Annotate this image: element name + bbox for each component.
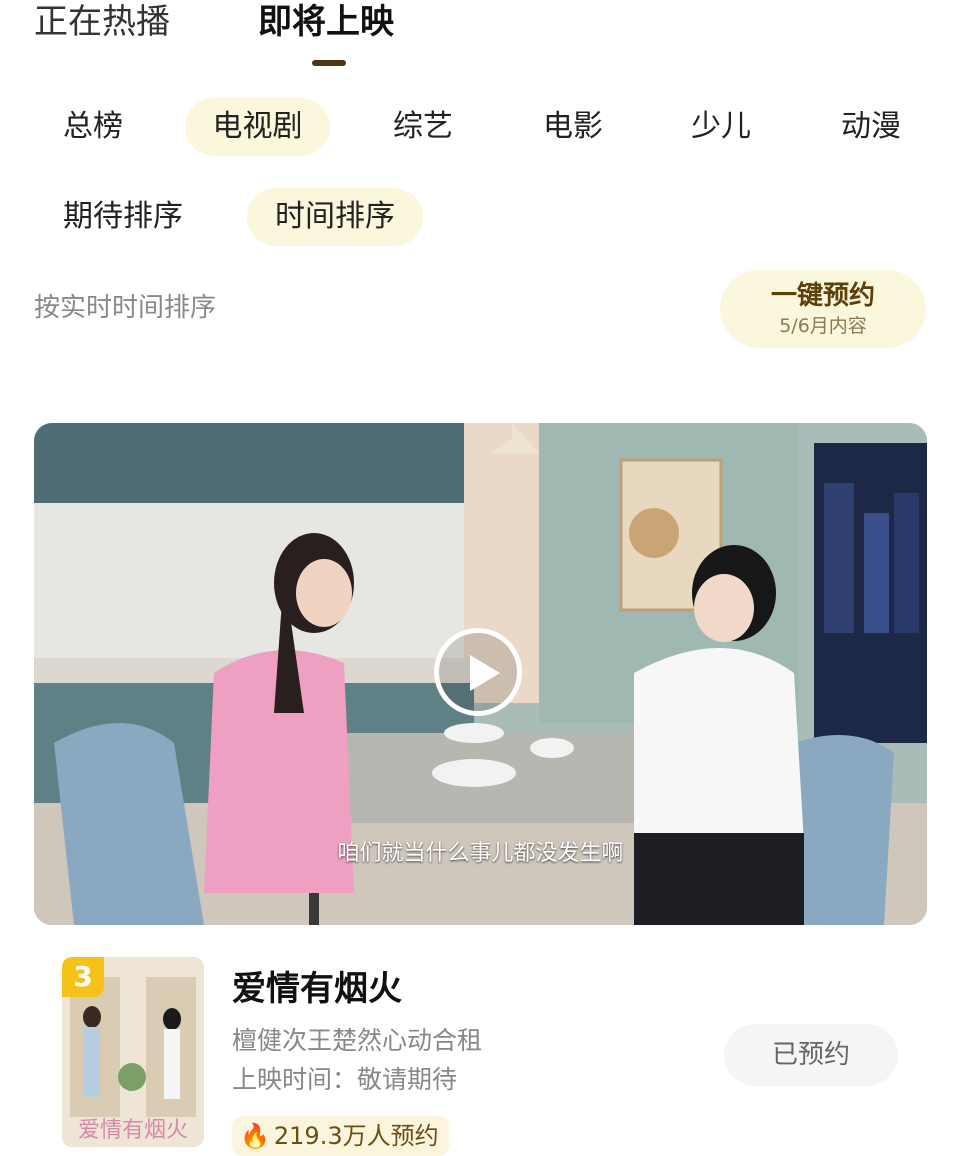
category-movie[interactable]: 电影 (518, 98, 628, 156)
reserve-all-button[interactable]: 一键预约 5/6月内容 (720, 270, 926, 348)
category-kids[interactable]: 少儿 (666, 98, 776, 156)
rank-badge: 3 (62, 957, 104, 997)
show-description: 檀健次王楚然心动合租 (232, 1026, 483, 1055)
sort-by-time[interactable]: 时间排序 (247, 188, 423, 246)
play-button[interactable] (434, 628, 522, 716)
play-icon (470, 655, 500, 691)
sort-by-expectation[interactable]: 期待排序 (48, 188, 198, 246)
reservation-count-badge: 🔥 219.3万人预约 (232, 1116, 449, 1156)
reserved-button[interactable]: 已预约 (724, 1024, 898, 1086)
category-variety[interactable]: 综艺 (368, 98, 478, 156)
reserve-all-label: 一键预约 (770, 281, 875, 311)
reserve-all-subtitle: 5/6月内容 (779, 315, 867, 337)
video-subtitle: 咱们就当什么事儿都没发生啊 (337, 841, 624, 866)
category-anime[interactable]: 动漫 (816, 98, 926, 156)
tab-coming-soon[interactable]: 即将上映 (258, 0, 394, 44)
reservation-count: 219.3万人预约 (273, 1122, 439, 1150)
flame-icon: 🔥 (240, 1122, 270, 1150)
tab-now-playing[interactable]: 正在热播 (34, 0, 170, 44)
poster-title-text: 爱情有烟火 (78, 1118, 188, 1143)
video-preview[interactable]: 咱们就当什么事儿都没发生啊 (34, 423, 927, 925)
active-tab-indicator (312, 60, 346, 66)
category-all[interactable]: 总榜 (38, 98, 148, 156)
show-title[interactable]: 爱情有烟火 (232, 966, 402, 1012)
release-time: 上映时间：敬请期待 (232, 1065, 458, 1094)
category-tv-series[interactable]: 电视剧 (185, 98, 330, 156)
sort-hint: 按实时时间排序 (34, 293, 217, 323)
